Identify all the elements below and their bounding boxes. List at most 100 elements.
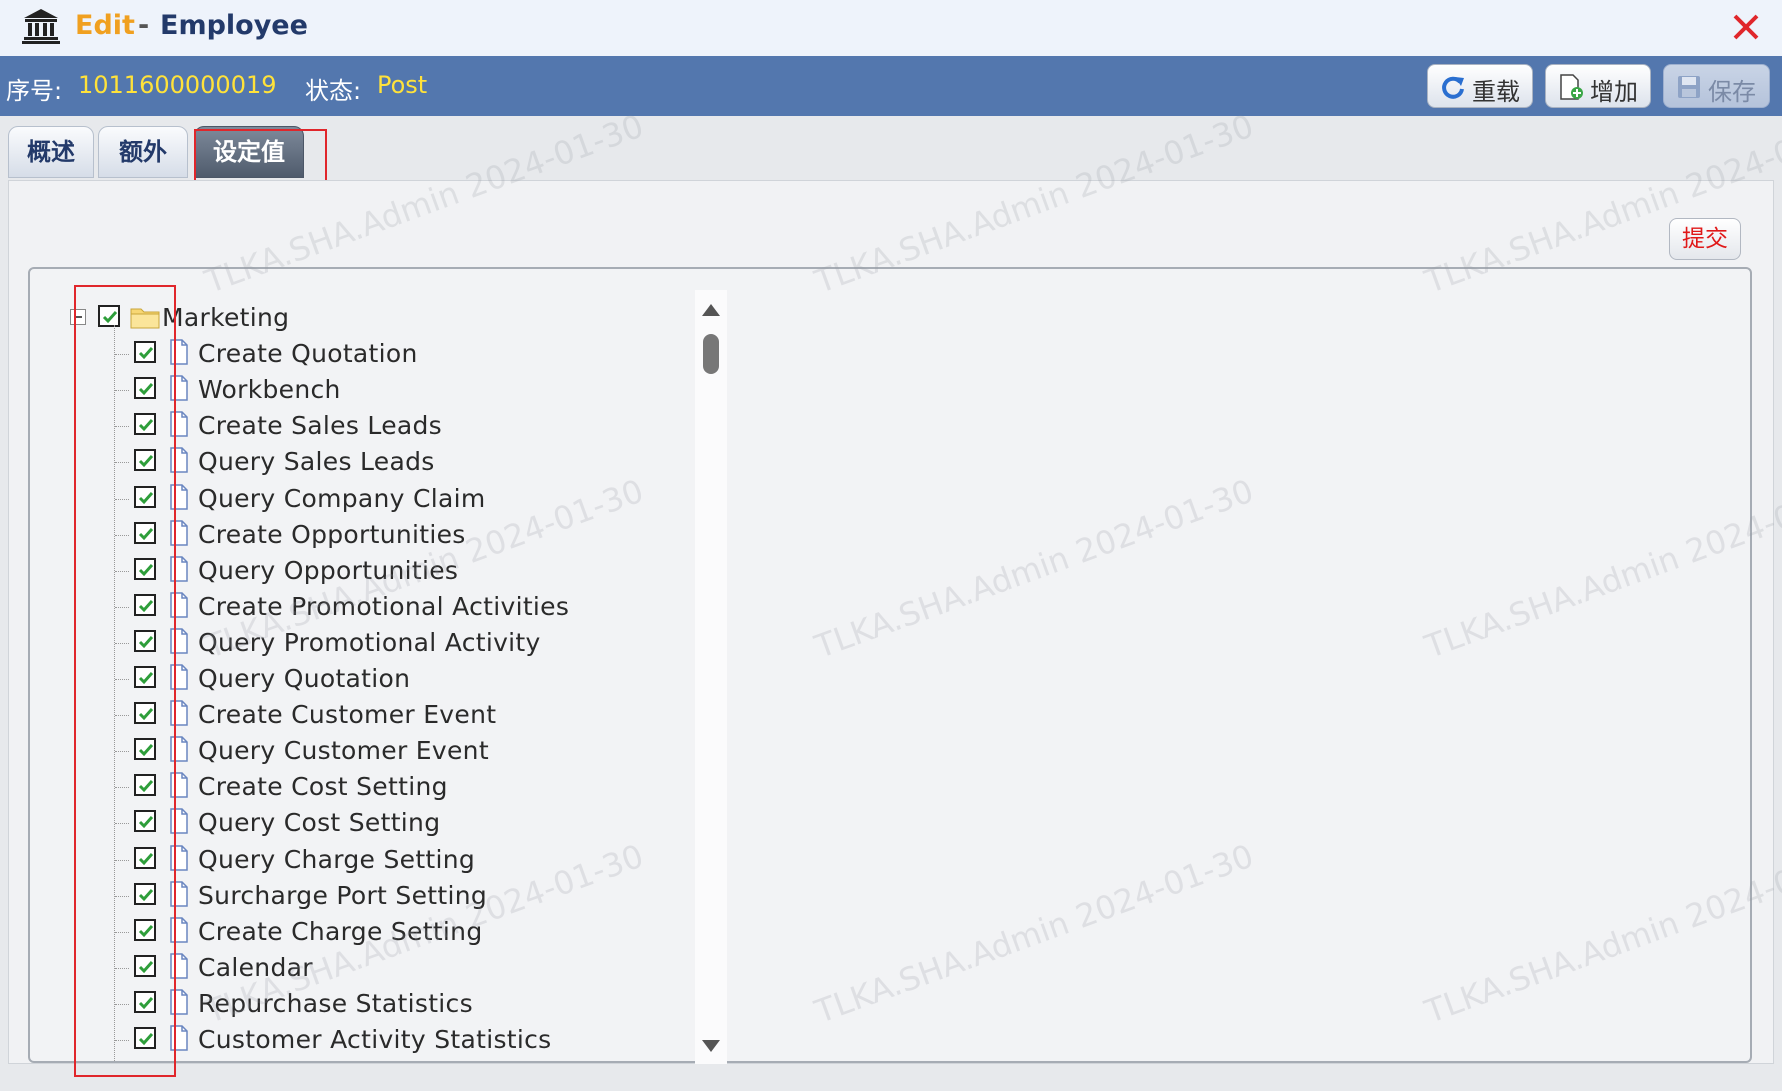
page-icon — [170, 411, 188, 438]
tab-settings[interactable]: 设定值 — [194, 126, 304, 178]
tree-item-row[interactable]: Create Customer Event — [66, 698, 666, 734]
tree-item-checkbox[interactable] — [134, 666, 156, 688]
tree-item-checkbox[interactable] — [134, 702, 156, 725]
tree-item-label: Repurchase Statistics — [198, 988, 473, 1018]
reload-button[interactable]: 重载 — [1427, 64, 1533, 108]
tree-item-row[interactable]: Workbench — [66, 373, 666, 409]
tree-item-checkbox[interactable] — [134, 774, 156, 797]
tree-connector-line — [115, 967, 129, 969]
tree-item-label: Query Opportunities — [198, 555, 459, 585]
tree-scrollbar[interactable] — [695, 290, 727, 1064]
save-disk-icon — [1678, 76, 1700, 98]
status-value: Post — [377, 71, 428, 99]
save-button[interactable]: 保存 — [1663, 64, 1770, 108]
close-icon[interactable] — [1729, 10, 1763, 44]
tree-item-label: Query Quotation — [198, 664, 411, 693]
page-icon — [170, 555, 188, 582]
tree-connector-line — [115, 715, 129, 717]
page-icon — [170, 772, 188, 799]
tree-item-checkbox[interactable] — [134, 593, 156, 616]
tree-item-row[interactable]: Repurchase Statistics — [66, 987, 666, 1023]
tree-connector-line — [115, 498, 129, 500]
tree-item-row[interactable]: Create Opportunities — [66, 518, 666, 554]
tree-item-checkbox[interactable] — [134, 557, 156, 580]
page-icon — [170, 628, 188, 654]
tree-item-checkbox[interactable] — [134, 738, 156, 761]
tree-item-checkbox[interactable] — [134, 810, 156, 833]
tree-item-label: Create Charge Setting — [198, 916, 483, 946]
window-title-separator: - — [138, 10, 150, 41]
tree-item-checkbox[interactable] — [134, 521, 156, 544]
tree-item-checkbox[interactable] — [134, 485, 156, 508]
tree-item-label: Create Opportunities — [198, 519, 466, 549]
tree-item-row[interactable]: Query Cost Setting — [66, 806, 666, 842]
page-icon — [170, 916, 188, 943]
tree-item-checkbox[interactable] — [134, 918, 156, 941]
tree-item-row[interactable]: Query Sales Leads — [66, 445, 666, 481]
tree-item-checkbox[interactable] — [134, 990, 156, 1013]
tree-item-row[interactable]: Query Opportunities — [66, 554, 666, 590]
tree-item-row[interactable]: Create Sales Leads — [66, 409, 666, 445]
tree-item-checkbox[interactable] — [134, 882, 156, 905]
tree-item-checkbox[interactable] — [134, 954, 156, 977]
tree-item-checkbox[interactable] — [134, 629, 156, 652]
scroll-thumb[interactable] — [703, 334, 719, 374]
tab-overview[interactable]: 概述 — [8, 126, 94, 178]
add-button[interactable]: 增加 — [1545, 64, 1651, 108]
window-title-action: Edit — [75, 10, 135, 41]
tree-connector-line — [115, 859, 129, 861]
scroll-up-arrow-icon[interactable] — [702, 304, 720, 316]
tree-item-label: Query Charge Setting — [198, 844, 476, 874]
reload-icon — [1442, 76, 1464, 99]
tree-item-checkbox[interactable] — [134, 846, 156, 869]
tree-item-checkbox[interactable] — [134, 413, 156, 436]
page-icon — [170, 844, 188, 871]
tree-root-label: Marketing — [162, 303, 290, 332]
tree-item-row[interactable]: Create Quotation — [66, 337, 666, 373]
submit-button[interactable]: 提交 — [1669, 218, 1741, 260]
window-title-entity: Employee — [160, 10, 308, 41]
scroll-down-arrow-icon[interactable] — [702, 1040, 720, 1052]
bank-icon — [22, 9, 60, 44]
tree-item-row[interactable]: Customer Activity Statistics — [66, 1023, 666, 1059]
tree-item-checkbox[interactable] — [134, 377, 156, 400]
tree-connector-line — [115, 462, 129, 464]
page-icon — [170, 664, 188, 690]
tree-connector-line — [115, 426, 129, 428]
page-icon — [170, 519, 188, 546]
tree-item-checkbox[interactable] — [134, 1027, 156, 1049]
tree-item-label: Create Cost Setting — [198, 772, 448, 802]
serial-label: 序号: — [6, 77, 63, 105]
add-label: 增加 — [1590, 78, 1638, 106]
record-info-bar: 序号: 1011600000019 状态: Post 重载 增加 保存 — [0, 56, 1782, 116]
tree-item-label: Query Company Claim — [198, 483, 486, 513]
collapse-toggle-icon[interactable] — [70, 309, 86, 325]
tree-root-row[interactable]: Marketing — [66, 301, 666, 337]
tree-item-row[interactable]: Query Company Claim — [66, 482, 666, 518]
tree-item-label: Create Customer Event — [198, 700, 497, 730]
tree-item-row[interactable]: Create Charge Setting — [66, 915, 666, 951]
tree-item-row[interactable]: Query Quotation — [66, 662, 666, 698]
page-icon — [170, 700, 188, 726]
tree-item-row[interactable]: Create Promotional Activities — [66, 590, 666, 626]
tree-item-row[interactable]: Query Charge Setting — [66, 843, 666, 879]
tree-item-row[interactable]: Calendar — [66, 951, 666, 987]
tree-item-checkbox[interactable] — [134, 449, 156, 472]
tree-connector-line — [115, 642, 129, 644]
tree-item-row[interactable]: Query Promotional Activity — [66, 626, 666, 662]
tree-item-label: Customer Activity Statistics — [198, 1025, 552, 1054]
page-icon — [170, 483, 188, 510]
tree-item-row[interactable]: Create Cost Setting — [66, 770, 666, 806]
tree-connector-line — [115, 823, 129, 825]
tree-item-row[interactable]: Surcharge Port Setting — [66, 879, 666, 915]
tab-extra[interactable]: 额外 — [98, 126, 188, 178]
root-checkbox[interactable] — [98, 305, 120, 327]
tree-item-row[interactable]: Query Customer Event — [66, 734, 666, 770]
tree-item-label: Workbench — [198, 375, 341, 405]
title-bar: Edit - Employee — [0, 0, 1782, 56]
tree-item-label: Create Sales Leads — [198, 411, 442, 441]
tree-item-checkbox[interactable] — [134, 341, 156, 364]
page-icon — [170, 1025, 188, 1051]
folder-icon — [130, 308, 160, 329]
tree-connector-line — [115, 534, 129, 536]
